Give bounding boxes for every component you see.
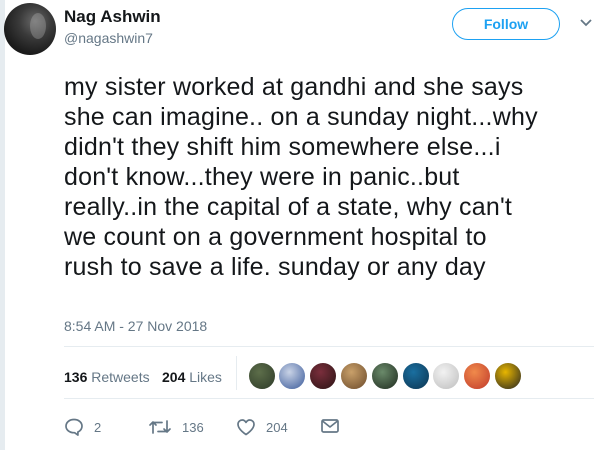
retweet-count: 136	[182, 419, 204, 435]
avatar-photo-highlight	[30, 13, 46, 39]
direct-message-action[interactable]	[320, 418, 340, 434]
heart-icon	[237, 419, 255, 436]
likes-stat[interactable]: 204 Likes	[162, 369, 222, 385]
liker-avatar-4[interactable]	[340, 362, 368, 390]
tweet-timestamp[interactable]: 8:54 AM - 27 Nov 2018	[64, 318, 207, 334]
liker-avatar-8[interactable]	[463, 362, 491, 390]
likes-label: Likes	[189, 369, 222, 385]
left-edge-rule	[0, 0, 5, 450]
tweet-text: my sister worked at gandhi and she says …	[64, 73, 538, 281]
like-count: 204	[266, 419, 288, 435]
retweet-action[interactable]: 136	[148, 418, 204, 436]
liker-avatar-7[interactable]	[432, 362, 460, 390]
reply-action[interactable]: 2	[64, 418, 101, 436]
liker-avatar-3[interactable]	[309, 362, 337, 390]
liker-avatar-9[interactable]	[494, 362, 522, 390]
liker-avatar-6[interactable]	[402, 362, 430, 390]
retweet-icon	[149, 420, 171, 434]
liker-avatar-2[interactable]	[278, 362, 306, 390]
author-handle[interactable]: @nagashwin7	[64, 30, 153, 46]
retweets-label: Retweets	[91, 369, 150, 385]
retweets-stat[interactable]: 136 Retweets	[64, 369, 150, 385]
liker-avatar-5[interactable]	[371, 362, 399, 390]
divider-top	[64, 346, 594, 347]
follow-button[interactable]: Follow	[452, 8, 560, 40]
stats-divider	[236, 356, 237, 390]
liker-avatar-1[interactable]	[248, 362, 276, 390]
retweets-count: 136	[64, 369, 88, 385]
reply-count: 2	[94, 419, 102, 435]
envelope-icon	[321, 419, 339, 433]
chevron-down-icon[interactable]	[580, 18, 592, 28]
divider-bottom	[64, 398, 594, 399]
author-avatar[interactable]	[4, 3, 56, 55]
like-action[interactable]: 204	[236, 418, 288, 436]
likes-count: 204	[162, 369, 186, 385]
reply-icon	[65, 418, 83, 436]
author-display-name[interactable]: Nag Ashwin	[64, 7, 161, 27]
